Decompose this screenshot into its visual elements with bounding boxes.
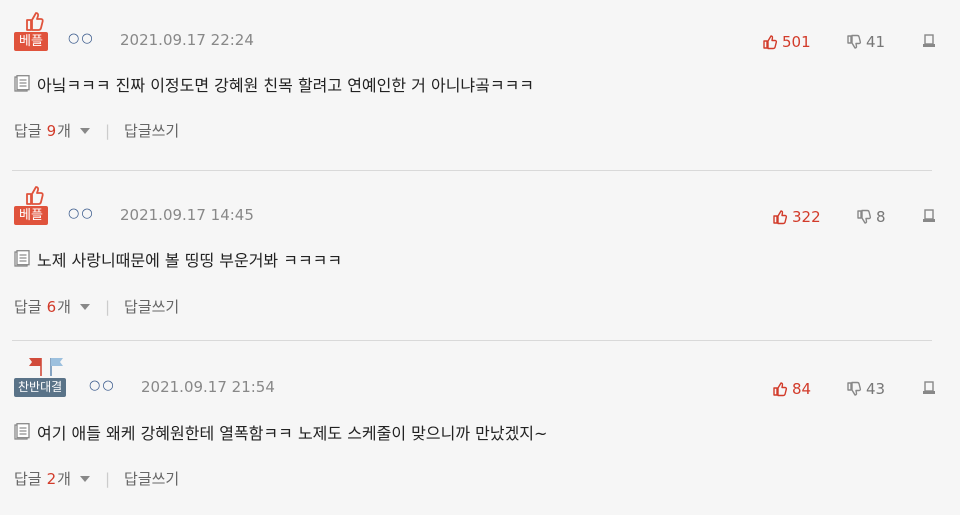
comment-item: 베플 ○○ 2021.09.17 22:24 501 41 아닠ㅋㅋㅋ 진짜 이… bbox=[0, 0, 960, 170]
report-button[interactable] bbox=[922, 33, 936, 52]
badge-label: 베플 bbox=[14, 32, 48, 51]
reply-count: 9 bbox=[46, 121, 57, 140]
upvote-count: 84 bbox=[792, 380, 812, 398]
thumbs-up-badge-icon bbox=[14, 184, 54, 206]
flags-icon bbox=[14, 356, 80, 378]
downvote-count: 8 bbox=[876, 208, 886, 226]
reply-count: 2 bbox=[46, 469, 57, 488]
best-comment-badge: 베플 bbox=[14, 184, 54, 228]
best-comment-badge: 베플 bbox=[14, 10, 54, 54]
comment-content: 여기 애들 왜케 강혜원한테 열폭함ㅋㅋ 노제도 스케줄이 맞으니까 만났겠지~ bbox=[14, 420, 547, 444]
reply-label: 답글 bbox=[14, 298, 42, 316]
upvote-count: 501 bbox=[782, 33, 811, 51]
thumbs-down-icon bbox=[847, 381, 862, 396]
report-icon bbox=[923, 209, 935, 222]
downvote-button[interactable]: 8 bbox=[856, 208, 886, 226]
comment-time: 2021.09.17 14:45 bbox=[120, 206, 254, 224]
upvote-button[interactable]: 322 bbox=[772, 208, 821, 226]
chevron-down-icon bbox=[79, 303, 91, 311]
comment-content: 아닠ㅋㅋㅋ 진짜 이정도면 강혜원 친목 할려고 연예인한 거 아니냐곸ㅋㅋㅋ bbox=[14, 72, 534, 96]
reply-toggle[interactable]: 답글 6 개 bbox=[14, 296, 91, 317]
downvote-button[interactable]: 43 bbox=[846, 380, 885, 398]
comment-time: 2021.09.17 22:24 bbox=[120, 31, 254, 49]
report-icon bbox=[923, 34, 935, 47]
write-reply-link[interactable]: 답글쓰기 bbox=[124, 468, 179, 489]
versus-comment-badge: 찬반대결 bbox=[14, 356, 84, 400]
downvote-count: 43 bbox=[866, 380, 886, 398]
downvote-count: 41 bbox=[866, 33, 886, 51]
reply-unit: 개 bbox=[57, 470, 71, 488]
comment-text: 노제 사랑니때문에 볼 띵띵 부운거봐 ㅋㅋㅋㅋ bbox=[37, 251, 343, 270]
upvote-count: 322 bbox=[792, 208, 821, 226]
thumbs-up-icon bbox=[763, 35, 778, 50]
reply-toggle[interactable]: 답글 9 개 bbox=[14, 120, 91, 141]
reply-toggle[interactable]: 답글 2 개 bbox=[14, 468, 91, 489]
replies-bar: 답글 2 개 | 답글쓰기 bbox=[14, 468, 179, 489]
thumbs-up-icon bbox=[773, 210, 788, 225]
report-button[interactable] bbox=[922, 380, 936, 399]
reply-label: 답글 bbox=[14, 470, 42, 488]
writer-name[interactable]: ○○ bbox=[68, 206, 95, 221]
comment-item: 베플 ○○ 2021.09.17 14:45 322 8 노제 사랑니때문에 볼… bbox=[0, 170, 960, 340]
writer-name[interactable]: ○○ bbox=[89, 378, 116, 393]
reply-unit: 개 bbox=[57, 122, 71, 140]
thumbs-up-icon bbox=[773, 382, 788, 397]
report-icon bbox=[923, 381, 935, 394]
badge-label: 베플 bbox=[14, 206, 48, 225]
reply-count: 6 bbox=[46, 297, 57, 316]
upvote-button[interactable]: 501 bbox=[762, 33, 811, 51]
badge-label: 찬반대결 bbox=[14, 378, 67, 397]
comment-item: 찬반대결 ○○ 2021.09.17 21:54 84 43 여기 애들 왜케 … bbox=[0, 340, 960, 510]
comment-text: 아닠ㅋㅋㅋ 진짜 이정도면 강혜원 친목 할려고 연예인한 거 아니냐곸ㅋㅋㅋ bbox=[37, 76, 535, 95]
write-reply-link[interactable]: 답글쓰기 bbox=[124, 296, 179, 317]
thumbs-down-icon bbox=[847, 34, 862, 49]
thumbs-up-badge-icon bbox=[14, 10, 54, 32]
reply-label: 답글 bbox=[14, 122, 42, 140]
comment-text: 여기 애들 왜케 강혜원한테 열폭함ㅋㅋ 노제도 스케줄이 맞으니까 만났겠지~ bbox=[37, 424, 548, 443]
report-button[interactable] bbox=[922, 208, 936, 227]
replies-bar: 답글 9 개 | 답글쓰기 bbox=[14, 120, 179, 141]
downvote-button[interactable]: 41 bbox=[846, 33, 885, 51]
divider: | bbox=[104, 297, 111, 316]
chevron-down-icon bbox=[79, 475, 91, 483]
comment-content: 노제 사랑니때문에 볼 띵띵 부운거봐 ㅋㅋㅋㅋ bbox=[14, 247, 342, 271]
document-icon bbox=[14, 75, 30, 93]
comment-time: 2021.09.17 21:54 bbox=[141, 378, 275, 396]
divider: | bbox=[104, 121, 111, 140]
document-icon bbox=[14, 423, 30, 441]
write-reply-link[interactable]: 답글쓰기 bbox=[124, 120, 179, 141]
upvote-button[interactable]: 84 bbox=[772, 380, 811, 398]
thumbs-down-icon bbox=[857, 209, 872, 224]
reply-unit: 개 bbox=[57, 298, 71, 316]
divider: | bbox=[104, 469, 111, 488]
chevron-down-icon bbox=[79, 127, 91, 135]
writer-name[interactable]: ○○ bbox=[68, 31, 95, 46]
document-icon bbox=[14, 250, 30, 268]
replies-bar: 답글 6 개 | 답글쓰기 bbox=[14, 296, 179, 317]
